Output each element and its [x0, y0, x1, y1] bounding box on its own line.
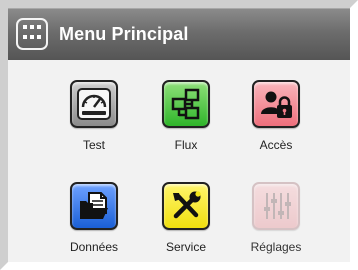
menu-tile-donnees[interactable]: Données [58, 182, 130, 262]
flux-icon-box [162, 80, 210, 128]
menu-tile-flux[interactable]: Flux [150, 80, 222, 160]
menu-tile-reglages: Réglages [240, 182, 312, 262]
menu-button[interactable] [16, 18, 48, 50]
grid-menu-icon [23, 24, 41, 44]
tile-label: Réglages [250, 240, 302, 254]
service-icon-box [162, 182, 210, 230]
tile-label: Service [165, 240, 206, 254]
main-menu-screen: Menu Principal Test Flux Accès Données S… [0, 0, 358, 270]
page-title: Menu Principal [59, 23, 189, 44]
menu-tile-test[interactable]: Test [58, 80, 130, 160]
user-lock-icon [261, 91, 292, 118]
title-bar: Menu Principal [8, 8, 350, 60]
folder-document-icon [80, 192, 108, 219]
tile-label: Flux [174, 138, 198, 152]
reglages-icon-box [252, 182, 300, 230]
acces-icon-box [252, 80, 300, 128]
tile-label: Test [82, 138, 105, 152]
sliders-icon [264, 193, 291, 219]
speedometer-icon [77, 88, 111, 120]
flowchart-icon [171, 88, 200, 120]
tile-label: Accès [259, 138, 293, 152]
donnees-icon-box [70, 182, 118, 230]
tools-icon [173, 191, 201, 219]
test-icon-box [70, 80, 118, 128]
menu-tile-acces[interactable]: Accès [240, 80, 312, 160]
tile-label: Données [69, 240, 119, 254]
menu-tile-service[interactable]: Service [150, 182, 222, 262]
